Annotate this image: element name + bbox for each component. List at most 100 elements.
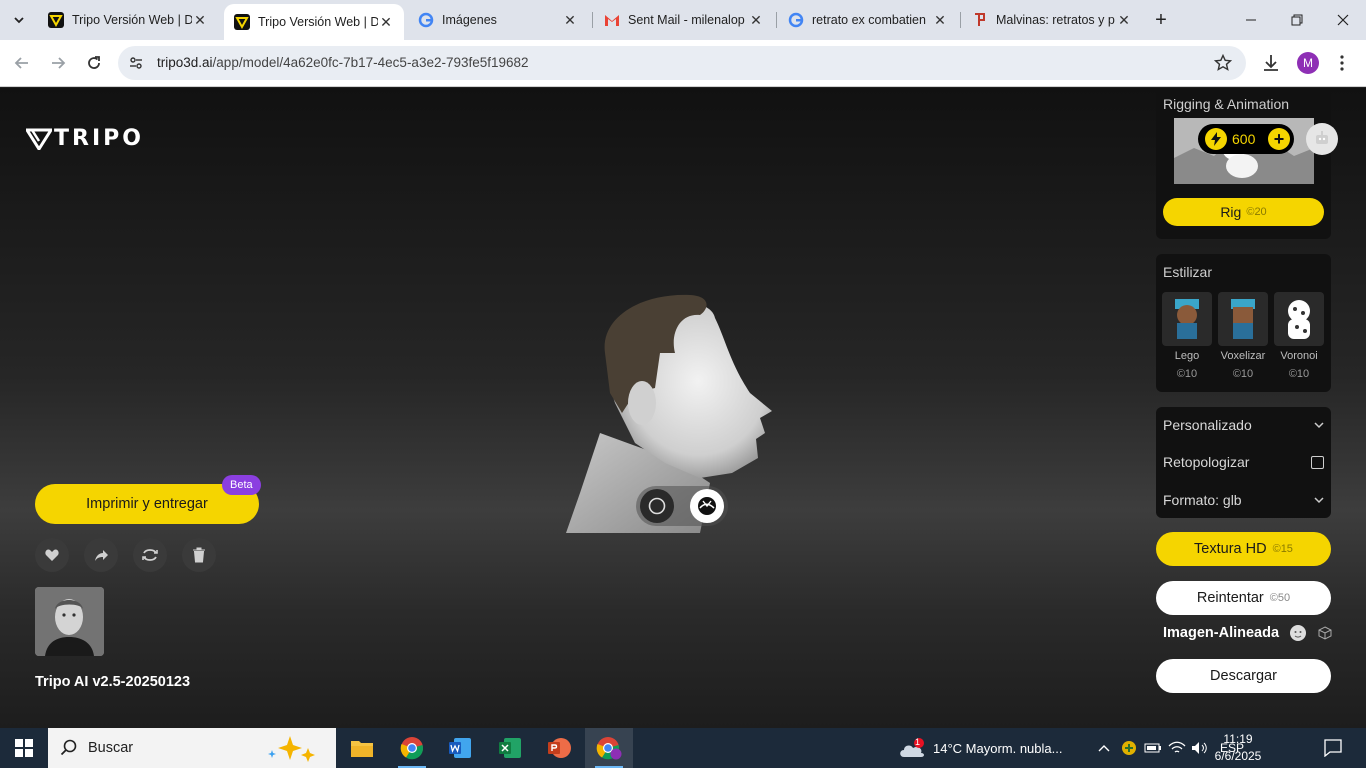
start-button[interactable] (0, 728, 48, 768)
texture-view-button[interactable] (690, 489, 724, 523)
custom-dropdown[interactable]: Personalizado (1156, 407, 1331, 443)
format-dropdown[interactable]: Formato: glb (1156, 482, 1331, 518)
rigging-card: Rigging & Animation Rig ©20 (1156, 88, 1331, 239)
folder-icon (351, 741, 373, 757)
address-bar[interactable]: tripo3d.ai/app/model/4a62e0fc-7b17-4ec5-… (118, 46, 1246, 80)
url-path: /app/model/4a62e0fc-7b17-4ec5-a3e2-793fe… (212, 55, 529, 70)
taskbar-powerpoint[interactable] (535, 728, 583, 768)
tripo-logo[interactable]: TRIPO (26, 126, 144, 151)
reload-button[interactable] (79, 48, 109, 78)
search-placeholder: Buscar (88, 740, 134, 756)
mesh-view-button[interactable] (640, 489, 674, 523)
chevron-down-icon (1314, 497, 1324, 504)
close-tab-icon[interactable]: ✕ (562, 12, 578, 28)
cycle-icon (142, 549, 158, 561)
taskbar-excel[interactable] (486, 728, 534, 768)
taskbar-word[interactable] (436, 728, 484, 768)
like-button[interactable] (35, 538, 69, 572)
style-option-voronoi[interactable]: Voronoi ©10 (1274, 292, 1324, 380)
site-settings-icon[interactable] (128, 55, 144, 71)
textured-sphere-icon (698, 497, 716, 515)
trash-icon (193, 547, 205, 563)
heart-icon (45, 549, 59, 561)
style-option-lego[interactable]: Lego ©10 (1162, 292, 1212, 380)
copilot-sparkle-icon (268, 736, 315, 762)
add-credits-button[interactable]: + (1268, 128, 1290, 150)
chevron-up-icon (1098, 745, 1110, 752)
back-button[interactable] (7, 48, 37, 78)
forward-button[interactable] (43, 48, 73, 78)
profile-avatar[interactable]: M (1297, 52, 1319, 74)
browser-tab[interactable]: Tripo Versión Web | D ✕ (38, 0, 218, 40)
close-window-button[interactable] (1320, 0, 1366, 40)
volume-icon[interactable] (1191, 728, 1209, 768)
tab-title: Tripo Versión Web | D (258, 15, 378, 29)
voronoi-bear-thumbnail (1274, 292, 1324, 346)
delete-button[interactable] (182, 538, 216, 572)
lightning-icon (1205, 128, 1227, 150)
source-image-thumbnail[interactable] (35, 587, 104, 656)
browser-tab[interactable]: retrato ex combatien ✕ (778, 0, 958, 40)
close-tab-icon[interactable]: ✕ (378, 14, 394, 30)
credits-pill[interactable]: 600 + (1198, 124, 1294, 154)
tripo-app-page: TRIPO Imprimir y entregar Beta Tripo AI … (0, 88, 1366, 728)
minimize-button[interactable] (1228, 0, 1274, 40)
style-option-voxel[interactable]: Voxelizar ©10 (1218, 292, 1268, 380)
tab-search-button[interactable] (6, 8, 32, 32)
minimize-icon (1246, 19, 1256, 21)
system-clock[interactable]: 11:19 6/6/2025 (1208, 731, 1268, 765)
texture-hd-label: Textura HD (1194, 541, 1267, 557)
browser-tab[interactable]: Imágenes ✕ (408, 0, 588, 40)
new-tab-button[interactable]: + (1150, 9, 1172, 31)
battery-icon[interactable] (1144, 728, 1162, 768)
arrow-left-icon (14, 57, 28, 69)
tray-app-icon[interactable] (1120, 728, 1138, 768)
retry-button[interactable]: Reintentar ©50 (1156, 581, 1331, 615)
close-tab-icon[interactable]: ✕ (748, 12, 764, 28)
texture-hd-button[interactable]: Textura HD ©15 (1156, 532, 1331, 566)
weather-text: 14°C Mayorm. nubla... (933, 740, 1063, 756)
rig-button[interactable]: Rig ©20 (1163, 198, 1324, 226)
windows-taskbar: Buscar 1 14°C Mayorm. nubla... ESP 11:19… (0, 728, 1366, 768)
browser-menu-button[interactable] (1334, 53, 1350, 73)
circle-outline-icon (648, 497, 666, 515)
chrome-profile-icon (596, 737, 622, 760)
tab-title: Malvinas: retratos y p (996, 13, 1115, 27)
cube-icon[interactable] (1318, 626, 1332, 640)
format-label: Formato: glb (1163, 492, 1242, 508)
show-hidden-icons[interactable] (1097, 728, 1111, 768)
share-button[interactable] (84, 538, 118, 572)
taskbar-chrome-2[interactable] (585, 728, 633, 768)
restore-button[interactable] (1274, 0, 1320, 40)
arrow-right-icon (52, 57, 66, 69)
remesh-button[interactable] (133, 538, 167, 572)
close-tab-icon[interactable]: ✕ (192, 12, 208, 28)
browser-tab[interactable]: Malvinas: retratos y p ✕ (962, 0, 1142, 40)
close-tab-icon[interactable]: ✕ (932, 12, 948, 28)
rig-button-label: Rig (1220, 204, 1242, 220)
download-model-button[interactable]: Descargar (1156, 659, 1331, 693)
retopologize-toggle[interactable]: Retopologizar (1156, 444, 1331, 480)
browser-tab[interactable]: Sent Mail - milenalop ✕ (594, 0, 774, 40)
download-icon[interactable] (1260, 52, 1282, 74)
tab-separator (592, 12, 593, 28)
url-text[interactable]: tripo3d.ai/app/model/4a62e0fc-7b17-4ec5-… (157, 55, 529, 70)
taskbar-file-explorer[interactable] (338, 728, 386, 768)
user-avatar[interactable] (1306, 123, 1338, 155)
site-icon (972, 12, 988, 28)
tab-title: Imágenes (442, 13, 497, 27)
browser-tab-active[interactable]: Tripo Versión Web | D ✕ (224, 4, 404, 40)
face-toggle-icon[interactable] (1289, 624, 1307, 642)
notification-center-button[interactable] (1324, 728, 1342, 768)
retopologize-checkbox[interactable] (1311, 455, 1324, 469)
wifi-icon[interactable] (1168, 728, 1186, 768)
bookmark-star-icon[interactable] (1214, 54, 1232, 72)
taskbar-search-box[interactable]: Buscar (48, 728, 336, 768)
view-mode-toggle[interactable] (636, 486, 728, 526)
close-tab-icon[interactable]: ✕ (1116, 12, 1132, 28)
google-icon (418, 12, 434, 28)
retry-label: Reintentar (1196, 590, 1264, 606)
network-status-icon (1122, 741, 1136, 755)
weather-widget[interactable]: 1 14°C Mayorm. nubla... (898, 728, 1062, 768)
taskbar-chrome-1[interactable] (388, 728, 436, 768)
